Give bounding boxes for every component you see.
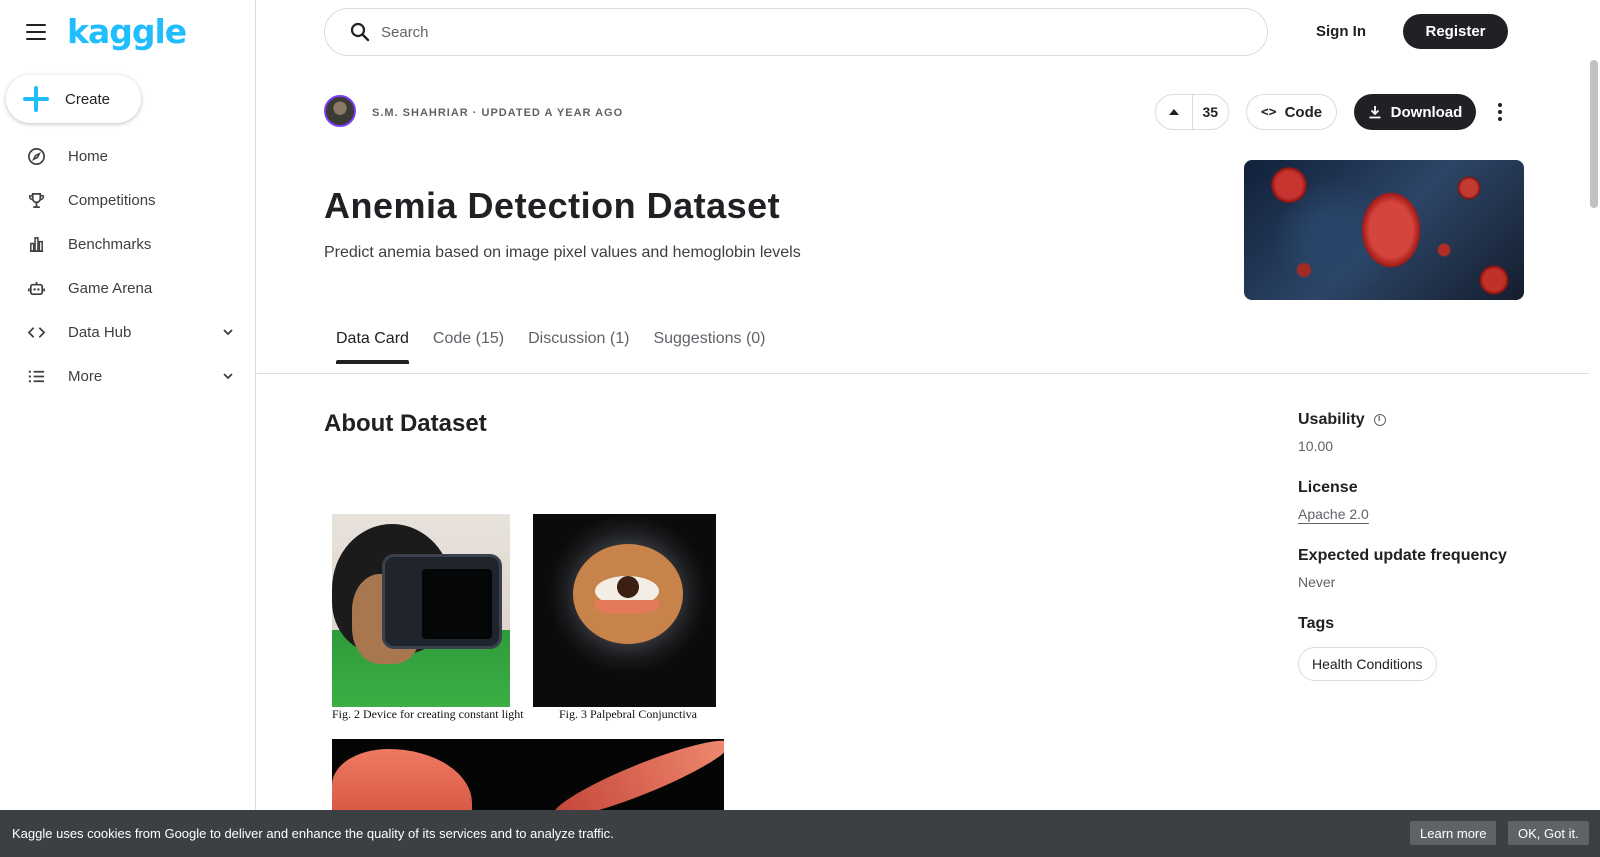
tags-section: Tags Health Conditions [1298,615,1568,681]
download-button[interactable]: Download [1354,94,1476,130]
usability-label: Usability [1298,411,1365,428]
code-button[interactable]: <> Code [1246,94,1337,130]
sidebar-item-benchmarks[interactable]: Benchmarks [0,222,255,266]
dataset-cover-image [1244,160,1524,300]
sign-in-button[interactable]: Sign In [1300,14,1382,48]
learn-more-button[interactable]: Learn more [1410,821,1497,845]
kaggle-logo[interactable]: kaggle [67,12,187,51]
figure-device-image [332,514,510,707]
frequency-section: Expected update frequency Never [1298,547,1568,590]
robot-icon [26,278,46,298]
tab-data-card[interactable]: Data Card [336,330,409,364]
bar-chart-icon [26,234,46,254]
sidebar-item-label: Competitions [68,191,156,209]
compass-icon [26,146,46,166]
frequency-value: Never [1298,574,1336,590]
list-icon [26,366,46,386]
figure-caption: Fig. 3 Palpebral Conjunctiva [559,707,697,721]
dataset-tabs: Data Card Code (15) Discussion (1) Sugge… [336,330,790,364]
license-link[interactable]: Apache 2.0 [1298,506,1369,522]
tab-code[interactable]: Code (15) [433,330,504,364]
download-button-label: Download [1390,103,1463,121]
figure-caption: Fig. 2 Device for creating constant ligh… [332,707,524,721]
figure-segmented-image [332,739,724,811]
tabs-divider [257,373,1589,374]
create-label: Create [65,90,111,108]
about-heading: About Dataset [324,410,487,437]
sidebar-item-label: Home [68,147,109,165]
page-title: Anemia Detection Dataset [324,185,781,226]
menu-icon[interactable] [26,24,46,40]
plus-icon [23,86,49,112]
usability-section: Usability 10.00 [1298,411,1568,454]
scrollbar[interactable] [1590,60,1598,208]
search-bar[interactable] [324,8,1268,56]
sidebar-item-label: Data Hub [68,323,132,341]
info-icon[interactable] [1373,413,1386,426]
sidebar-item-competitions[interactable]: Competitions [0,178,255,222]
author-avatar[interactable] [324,95,356,127]
frequency-label: Expected update frequency [1298,547,1507,564]
cookie-banner: Kaggle uses cookies from Google to deliv… [0,810,1600,857]
sidebar: kaggle Create Home Competitions Benchmar… [0,0,256,857]
code-icon: <> [1260,104,1277,120]
tab-discussion[interactable]: Discussion (1) [528,330,629,364]
sidebar-item-game-arena[interactable]: Game Arena [0,266,255,310]
usability-value: 10.00 [1298,438,1334,454]
tag-chip[interactable]: Health Conditions [1298,647,1437,681]
search-input[interactable] [381,23,1181,41]
trophy-icon [26,190,46,210]
dataset-byline: S.M. SHAHRIAR · UPDATED A YEAR AGO [372,107,624,119]
accept-cookies-button[interactable]: OK, Got it. [1508,821,1589,845]
license-section: License Apache 2.0 [1298,479,1568,522]
tab-suggestions[interactable]: Suggestions (0) [653,330,765,364]
license-label: License [1298,479,1358,496]
search-icon [350,22,370,42]
upvote-button[interactable] [1156,94,1193,130]
sidebar-item-label: Benchmarks [68,235,152,253]
sidebar-item-more[interactable]: More [0,354,255,398]
sidebar-nav: Home Competitions Benchmarks Game Arena … [0,134,255,398]
cookie-text: Kaggle uses cookies from Google to deliv… [12,826,614,841]
create-button[interactable]: Create [6,75,141,123]
download-icon [1369,106,1381,119]
sidebar-item-label: Game Arena [68,279,153,297]
figure-conjunctiva-image [533,514,716,707]
code-brackets-icon [26,322,46,342]
more-options-icon[interactable] [1494,100,1506,124]
tags-label: Tags [1298,615,1335,632]
chevron-down-icon[interactable] [221,325,235,339]
sidebar-item-home[interactable]: Home [0,134,255,178]
code-button-label: Code [1284,103,1323,121]
sidebar-item-data-hub[interactable]: Data Hub [0,310,255,354]
vote-widget: 35 [1155,94,1229,130]
chevron-down-icon[interactable] [221,369,235,383]
vote-count: 35 [1202,104,1219,120]
sidebar-item-label: More [68,367,103,385]
page-subtitle: Predict anemia based on image pixel valu… [324,244,801,261]
register-button[interactable]: Register [1403,14,1508,49]
